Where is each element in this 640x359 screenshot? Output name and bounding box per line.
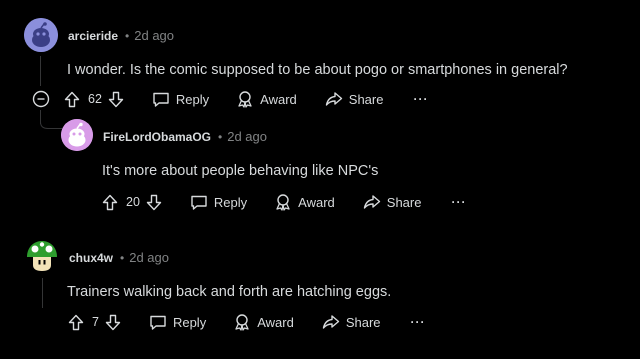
more-options-button[interactable]: ··· [411,315,426,329]
comment-meta: chux4w • 2d ago [69,250,169,265]
thread-line[interactable] [42,278,43,308]
green-mushroom-icon [27,241,57,271]
thread-line[interactable] [40,56,41,86]
share-label: Share [345,314,381,330]
reply-label: Reply [213,194,248,210]
share-button[interactable]: Share [322,314,381,330]
award-button[interactable]: Award [233,313,294,331]
meta-separator: • [120,251,125,265]
reddit-snoo-icon [61,119,93,151]
avatar[interactable] [24,18,58,52]
comment-actions: 62 Reply Award Share ··· [32,88,428,110]
upvote-icon [64,91,80,107]
share-button[interactable]: Share [325,91,384,107]
share-arrow-icon [322,315,340,329]
downvote-button[interactable] [108,91,124,108]
reply-bubble-icon [191,195,207,210]
timestamp[interactable]: 2d ago [134,28,174,43]
meta-separator: • [125,29,130,43]
avatar[interactable] [61,119,93,151]
comment-text: It's more about people behaving like NPC… [102,163,379,179]
vote-count: 7 [92,315,99,329]
avatar[interactable] [24,238,60,274]
comment-meta: arcieride • 2d ago [68,28,174,43]
collapse-minus-icon [32,90,50,108]
reply-button[interactable]: Reply [190,194,247,211]
award-label: Award [260,91,297,107]
award-label: Award [298,194,335,210]
downvote-icon [105,314,121,330]
reply-connector-curve [40,116,62,129]
meta-separator: • [218,130,223,144]
vote-count: 20 [126,195,140,209]
comment-meta: FireLordObamaOG • 2d ago [103,129,267,144]
award-label: Award [257,314,294,330]
award-icon [235,314,249,331]
upvote-button[interactable] [102,194,118,211]
more-options-button[interactable]: ··· [413,92,428,106]
downvote-icon [108,91,124,107]
reddit-snoo-icon [24,18,58,52]
timestamp[interactable]: 2d ago [129,250,169,265]
share-label: Share [386,194,422,210]
upvote-icon [102,194,118,210]
share-button[interactable]: Share [363,194,422,210]
upvote-button[interactable] [68,314,84,331]
username[interactable]: arcieride [68,29,118,43]
timestamp[interactable]: 2d ago [227,129,267,144]
comment-text: Trainers walking back and forth are hatc… [67,284,392,300]
reply-label: Reply [172,314,207,330]
reply-bubble-icon [153,92,169,107]
username[interactable]: chux4w [69,251,113,265]
comment-text: I wonder. Is the comic supposed to be ab… [67,62,568,78]
share-arrow-icon [363,195,380,209]
collapse-button[interactable] [32,90,50,108]
comment-actions: 20 Reply Award Share ··· [102,191,466,213]
upvote-icon [68,314,84,330]
comment-actions: 7 Reply Award Share ··· [68,311,426,333]
award-icon [238,91,252,108]
downvote-button[interactable] [105,314,121,331]
reply-button[interactable]: Reply [149,314,206,331]
downvote-button[interactable] [146,194,162,211]
share-label: Share [348,91,384,107]
more-options-button[interactable]: ··· [451,195,466,209]
reply-button[interactable]: Reply [152,91,209,108]
award-icon [276,194,290,211]
upvote-button[interactable] [64,91,80,108]
award-button[interactable]: Award [236,90,297,108]
award-button[interactable]: Award [274,193,335,211]
reply-bubble-icon [150,315,166,330]
downvote-icon [146,194,162,210]
username[interactable]: FireLordObamaOG [103,130,211,144]
share-arrow-icon [325,92,342,106]
vote-count: 62 [88,92,102,106]
reply-label: Reply [175,91,210,107]
